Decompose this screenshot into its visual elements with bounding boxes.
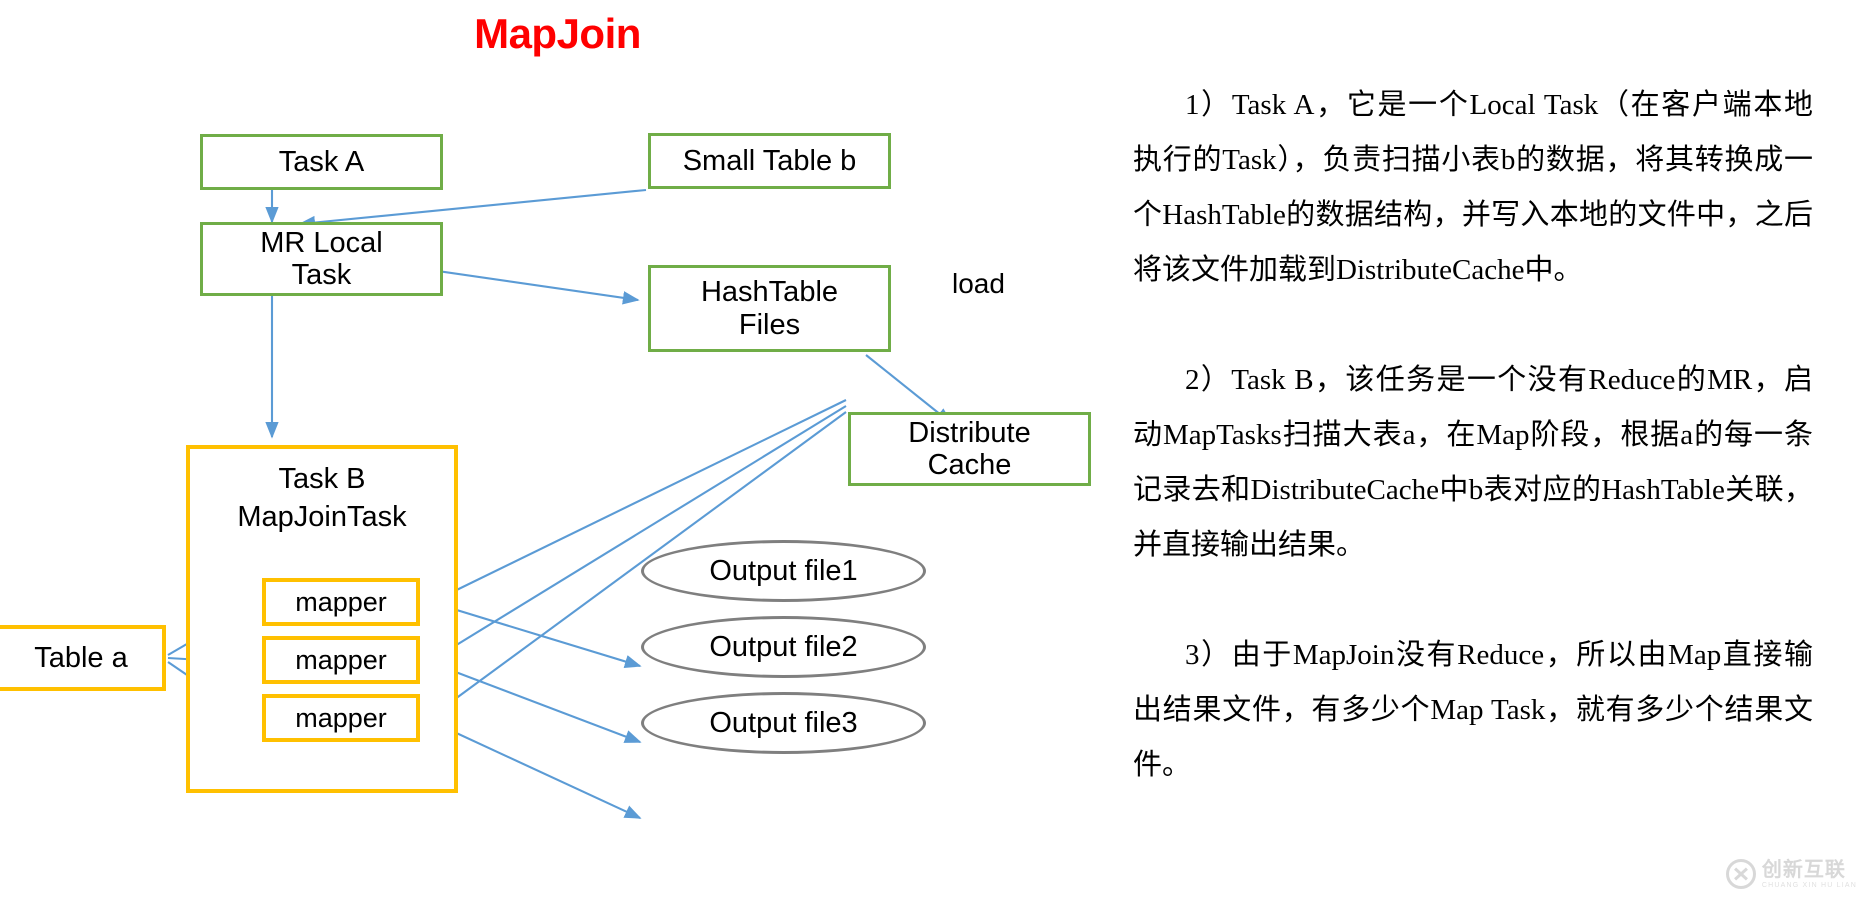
edge-label-load-text: load (952, 268, 1005, 299)
node-output-file-3[interactable]: Output file3 (641, 692, 926, 754)
node-mapper-1[interactable]: mapper (262, 578, 420, 626)
node-mr-local-task[interactable]: MR Local Task (200, 222, 443, 296)
node-distribute-cache-label-line2: Cache (927, 449, 1012, 481)
slide-canvas: MapJoin Task A Small Table b MR Local Ta… (0, 0, 1867, 897)
notes-panel: 1）Task A，它是一个Local Task（在客户端本地执行的Task），负… (1115, 0, 1867, 897)
note-2-marker: 2） (1185, 364, 1232, 396)
node-mapper-1-label: mapper (295, 586, 387, 617)
node-task-b-label-line1: Task B (278, 463, 366, 495)
node-mapper-2[interactable]: mapper (262, 636, 420, 684)
note-3-marker: 3） (1185, 639, 1232, 671)
node-table-a-label: Table a (34, 641, 128, 674)
node-output-file-2[interactable]: Output file2 (641, 616, 926, 678)
node-output-file-3-label: Output file3 (709, 706, 858, 739)
node-output-file-2-label: Output file2 (709, 630, 858, 663)
note-2: 2）Task B，该任务是一个没有Reduce的MR，启动MapTasks扫描大… (1133, 353, 1813, 573)
note-3: 3）由于MapJoin没有Reduce，所以由Map直接输出结果文件，有多少个M… (1133, 628, 1813, 793)
note-1-marker: 1） (1185, 89, 1232, 121)
node-mapper-3[interactable]: mapper (262, 694, 420, 742)
node-distribute-cache[interactable]: Distribute Cache (848, 412, 1091, 486)
node-task-a-label: Task A (278, 145, 365, 178)
node-hashtable-files-label-line1: HashTable (700, 276, 839, 309)
watermark-text: 创新互联 CHUANG XIN HU LIAN (1762, 860, 1857, 889)
node-hashtable-files[interactable]: HashTable Files (648, 265, 891, 352)
node-small-table-b[interactable]: Small Table b (648, 133, 891, 189)
node-task-b-label: Task B MapJoinTask (186, 460, 458, 536)
node-hashtable-files-label-line2: Files (738, 308, 801, 341)
node-small-table-b-label: Small Table b (682, 144, 857, 177)
node-distribute-cache-label-line1: Distribute (908, 416, 1031, 449)
node-task-b-label-line2: MapJoinTask (237, 501, 407, 533)
node-table-a[interactable]: Table a (0, 625, 166, 691)
node-mr-local-task-label-line1: MR Local (260, 226, 383, 259)
watermark-x-logo-icon (1725, 859, 1756, 889)
watermark: 创新互联 CHUANG XIN HU LIAN (1725, 859, 1857, 889)
node-mr-local-task-label-line2: Task (291, 259, 352, 291)
note-1: 1）Task A，它是一个Local Task（在客户端本地执行的Task），负… (1133, 78, 1813, 298)
node-output-file-1[interactable]: Output file1 (641, 540, 926, 602)
watermark-en-label: CHUANG XIN HU LIAN (1761, 881, 1857, 889)
note-3-text: 由于MapJoin没有Reduce，所以由Map直接输出结果文件，有多少个Map… (1133, 639, 1813, 781)
watermark-cn-label: 创新互联 (1761, 858, 1846, 881)
edge-label-load: load (952, 268, 1005, 300)
node-mapper-2-label: mapper (295, 644, 387, 675)
note-1-text: Task A，它是一个Local Task（在客户端本地执行的Task），负责扫… (1133, 89, 1813, 286)
node-output-file-1-label: Output file1 (709, 554, 858, 587)
node-task-a[interactable]: Task A (200, 134, 443, 190)
node-mapper-3-label: mapper (295, 702, 387, 733)
note-2-text: Task B，该任务是一个没有Reduce的MR，启动MapTasks扫描大表a… (1133, 364, 1813, 561)
